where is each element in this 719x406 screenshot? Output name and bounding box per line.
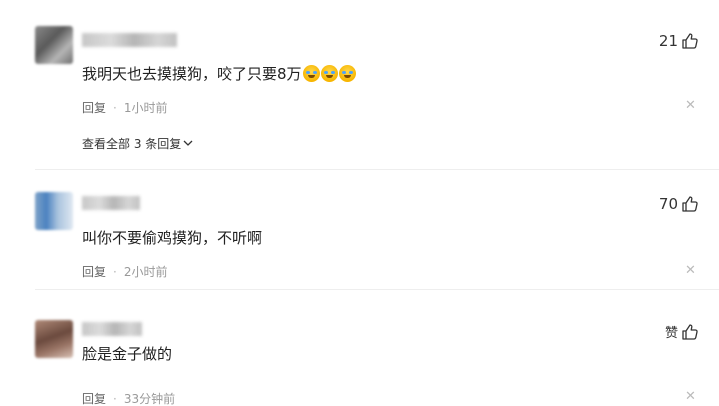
blurred-username[interactable] — [82, 33, 177, 47]
reply-button[interactable]: 回复 — [82, 392, 106, 406]
avatar[interactable] — [35, 26, 73, 64]
close-icon[interactable]: ✕ — [685, 264, 696, 277]
comment-meta: 回复 · 2小时前 — [82, 263, 167, 280]
close-icon[interactable]: ✕ — [685, 99, 696, 112]
blurred-username[interactable] — [82, 196, 140, 210]
like-button[interactable]: 21 — [659, 32, 699, 50]
like-button[interactable]: 70 — [659, 195, 699, 213]
comment-text: 我明天也去摸摸狗，咬了只要8万 — [82, 64, 356, 84]
view-all-replies-label: 查看全部 3 条回复 — [82, 137, 182, 151]
meta-separator: · — [113, 392, 117, 406]
crying-laughing-emoji-icon — [320, 65, 338, 82]
comment-text: 叫你不要偷鸡摸狗，不听啊 — [82, 229, 263, 247]
avatar[interactable] — [35, 192, 73, 230]
comment-item: 我明天也去摸摸狗，咬了只要8万 回复 · 1小时前 查看全部 3 条回复 21 ✕ — [0, 0, 719, 170]
thumbs-up-icon — [681, 195, 699, 213]
meta-separator: · — [113, 101, 117, 115]
comment-meta: 回复 · 33分钟前 — [82, 390, 175, 406]
comment-text-content: 我明天也去摸摸狗，咬了只要8万 — [82, 65, 302, 83]
reply-button[interactable]: 回复 — [82, 101, 106, 115]
avatar[interactable] — [35, 320, 73, 358]
reply-button[interactable]: 回复 — [82, 265, 106, 279]
view-all-replies-button[interactable]: 查看全部 3 条回复 — [82, 135, 193, 152]
thumbs-up-icon — [681, 32, 699, 50]
comment-text: 脸是金子做的 — [82, 345, 173, 363]
comment-feed: 我明天也去摸摸狗，咬了只要8万 回复 · 1小时前 查看全部 3 条回复 21 ✕ … — [0, 0, 719, 406]
blurred-username[interactable] — [82, 322, 142, 336]
meta-separator: · — [113, 265, 117, 279]
like-button[interactable]: 赞 — [665, 322, 699, 341]
comment-item: 脸是金子做的 回复 · 33分钟前 赞 ✕ — [0, 290, 719, 406]
comment-meta: 回复 · 1小时前 — [82, 99, 167, 116]
chevron-down-icon — [183, 139, 193, 150]
timestamp: 2小时前 — [123, 265, 168, 279]
like-label: 赞 — [664, 326, 678, 341]
crying-laughing-emoji-icon — [302, 65, 320, 82]
like-count: 70 — [658, 195, 678, 213]
close-icon[interactable]: ✕ — [685, 390, 696, 403]
comment-item: 叫你不要偷鸡摸狗，不听啊 回复 · 2小时前 70 ✕ — [0, 170, 719, 290]
thumbs-up-icon — [681, 323, 699, 341]
crying-laughing-emoji-icon — [338, 65, 356, 82]
timestamp: 33分钟前 — [123, 392, 176, 406]
like-count: 21 — [658, 32, 678, 50]
timestamp: 1小时前 — [123, 101, 168, 115]
